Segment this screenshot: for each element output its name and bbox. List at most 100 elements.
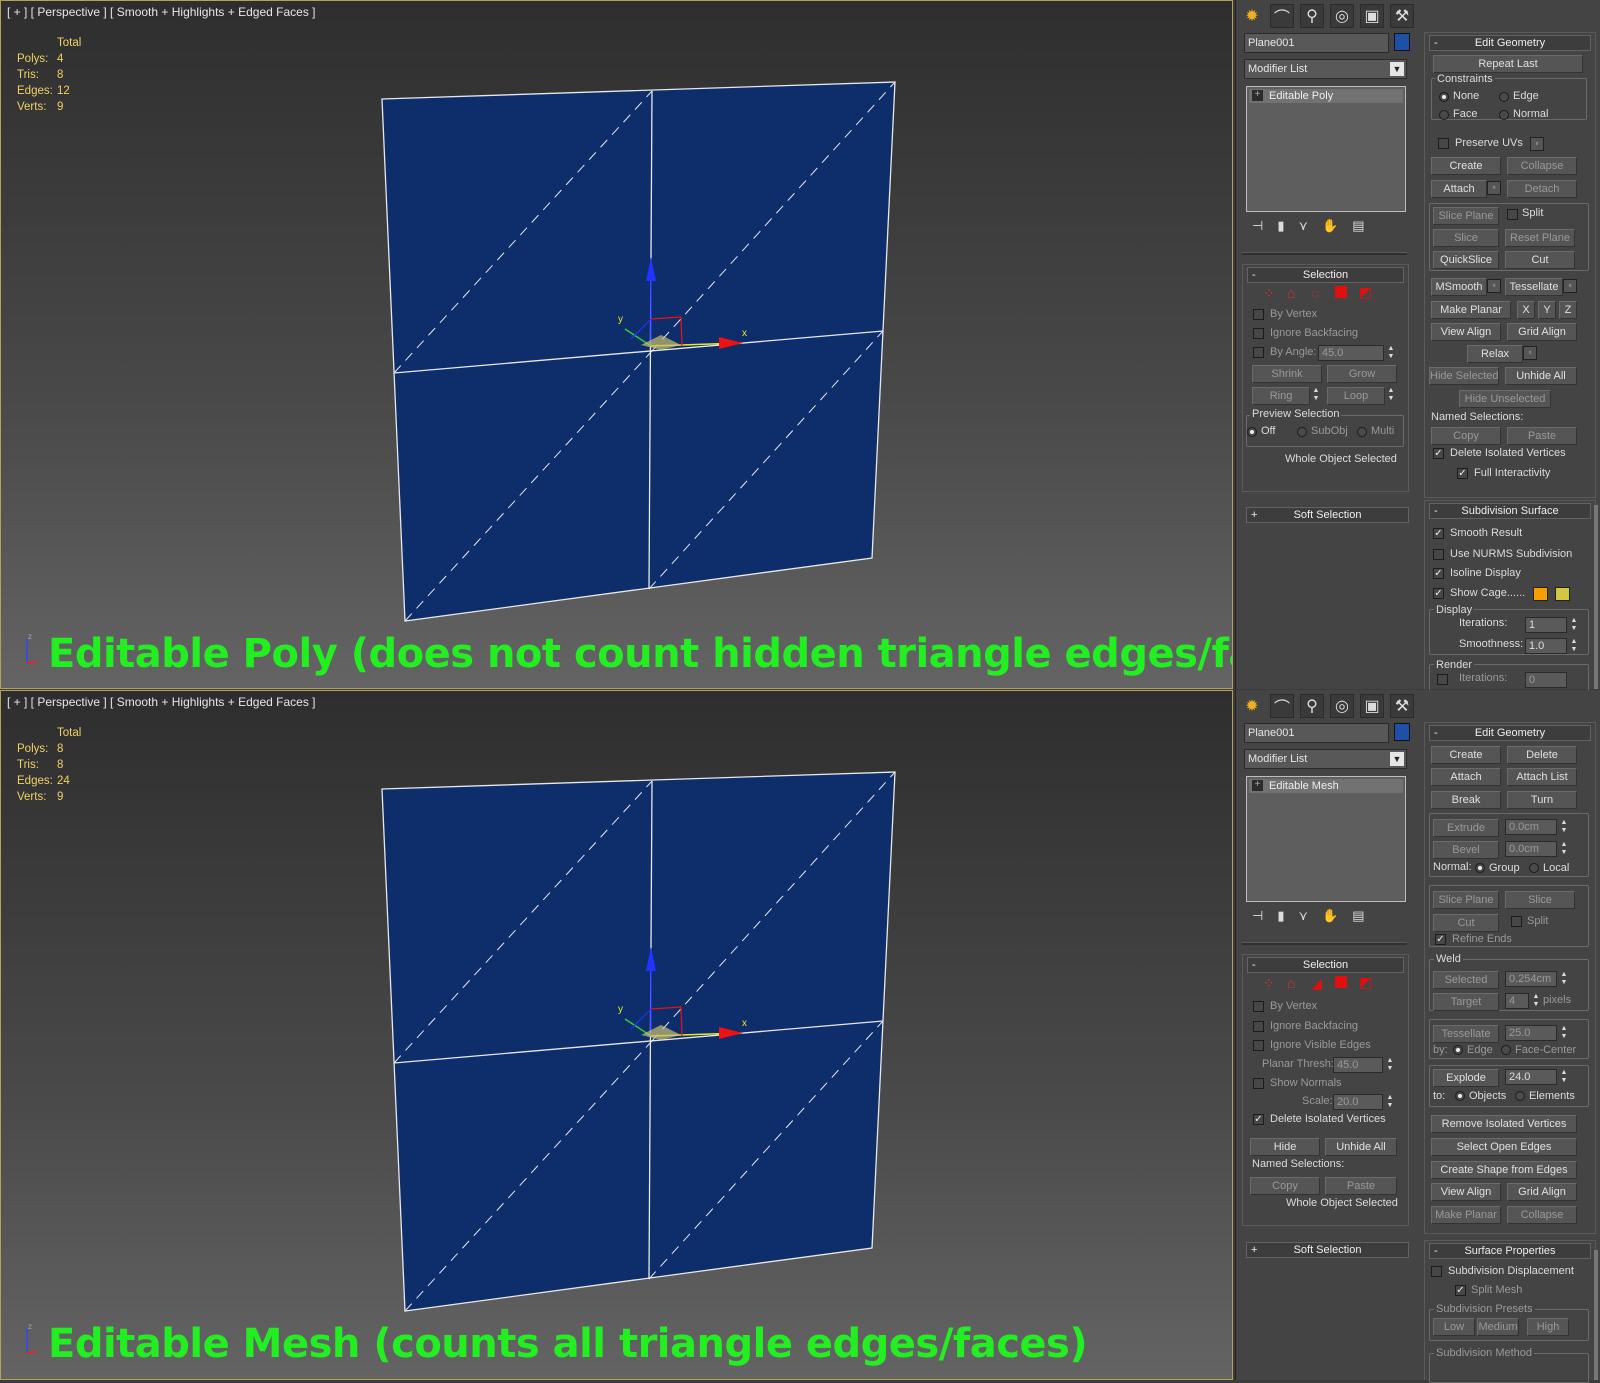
motion-tab-icon[interactable]: ◎ (1330, 694, 1354, 718)
spinner-arrows-icon[interactable]: ▲ ▼ (1386, 345, 1396, 361)
preview-subobj-radio[interactable] (1297, 427, 1307, 437)
split-mesh-checkbox[interactable]: ✓ (1455, 1285, 1466, 1296)
hide-unselected-button[interactable]: Hide Unselected (1459, 390, 1551, 408)
smooth-result-checkbox[interactable]: ✓ (1433, 528, 1444, 539)
collapse-button[interactable]: Collapse (1507, 1206, 1577, 1224)
constraint-edge-radio[interactable] (1499, 92, 1509, 102)
stack-item-editable-poly[interactable]: Editable Poly (1249, 89, 1403, 103)
reset-plane-button[interactable]: Reset Plane (1505, 229, 1575, 247)
spinner-arrows-icon[interactable]: ▲ ▼ (1559, 1069, 1569, 1085)
soft-selection-rollout-title[interactable]: + Soft Selection (1246, 507, 1409, 523)
constraint-normal-radio[interactable] (1499, 110, 1509, 120)
by-angle-checkbox[interactable] (1253, 347, 1264, 358)
create-shape-from-edges-button[interactable]: Create Shape from Edges (1431, 1161, 1577, 1179)
soft-selection-rollout-title[interactable]: + Soft Selection (1246, 1242, 1409, 1258)
iterations-spinner[interactable]: 1 (1525, 617, 1567, 633)
subdivision-displacement-checkbox[interactable] (1431, 1266, 1442, 1277)
vertex-mode-icon[interactable]: ⁘ (1263, 285, 1275, 302)
viewport-perspective-top[interactable]: [ + ] [ Perspective ] [ Smooth + Highlig… (0, 0, 1233, 689)
loop-spinner-icon[interactable]: ▲ ▼ (1386, 387, 1396, 403)
paste-button[interactable]: Paste (1325, 1177, 1397, 1195)
create-button[interactable]: Create (1431, 157, 1501, 175)
object-name-field[interactable]: Plane001 (1244, 723, 1389, 743)
make-planar-button[interactable]: Make Planar (1431, 1206, 1501, 1224)
plane-geometry[interactable]: x y z (1, 1, 1233, 689)
create-tab-sun-icon[interactable]: ✹ (1240, 694, 1264, 718)
attach-button[interactable]: Attach (1431, 180, 1487, 198)
pin-stack-icon[interactable]: ⊣ (1252, 908, 1263, 924)
create-button[interactable]: Create (1431, 746, 1501, 764)
full-interactivity-checkbox[interactable]: ✓ (1457, 468, 1468, 479)
preset-high-button[interactable]: High (1527, 1318, 1569, 1336)
preset-low-button[interactable]: Low (1433, 1318, 1475, 1336)
cut-button[interactable]: Cut (1433, 914, 1499, 932)
constraint-face-radio[interactable] (1439, 110, 1449, 120)
shrink-button[interactable]: Shrink (1252, 365, 1322, 383)
edit-geometry-rollout-title[interactable]: - Edit Geometry (1429, 35, 1591, 51)
spinner-arrows-icon[interactable]: ▲ ▼ (1531, 993, 1541, 1009)
configure-modifier-sets-icon[interactable]: ▤ (1352, 908, 1364, 924)
object-color-swatch[interactable] (1394, 33, 1410, 51)
relax-button[interactable]: Relax (1467, 345, 1523, 363)
constraint-none-radio[interactable] (1439, 92, 1449, 102)
plane-geometry[interactable]: x y z (1, 691, 1233, 1380)
hide-selected-button[interactable]: Hide Selected (1429, 367, 1499, 385)
preserve-uvs-settings-icon[interactable]: ▫ (1530, 137, 1544, 151)
spinner-arrows-icon[interactable]: ▲ ▼ (1385, 1057, 1395, 1073)
weld-selected-button[interactable]: Selected (1433, 971, 1499, 989)
edge-mode-icon[interactable]: ⌂ (1287, 975, 1295, 991)
border-mode-icon[interactable]: ◌ (1311, 285, 1319, 301)
make-planar-y-button[interactable]: Y (1538, 301, 1556, 319)
scale-spinner[interactable]: 20.0 (1333, 1094, 1383, 1110)
delete-isolated-checkbox[interactable]: ✓ (1253, 1114, 1264, 1125)
slice-button[interactable]: Slice (1505, 891, 1575, 909)
planar-thresh-spinner[interactable]: 45.0 (1333, 1057, 1383, 1073)
msmooth-button[interactable]: MSmooth (1431, 278, 1487, 296)
by-angle-spinner[interactable]: 45.0 (1318, 345, 1384, 361)
grid-align-button[interactable]: Grid Align (1507, 1183, 1577, 1201)
unhide-all-button[interactable]: Unhide All (1505, 367, 1577, 385)
bevel-button[interactable]: Bevel (1433, 841, 1499, 859)
face-mode-icon[interactable]: ◢ (1311, 975, 1322, 992)
normal-group-radio[interactable] (1475, 863, 1485, 873)
panel-scrollbar[interactable] (1594, 1250, 1598, 1380)
remove-isolated-button[interactable]: Remove Isolated Vertices (1431, 1115, 1577, 1133)
motion-tab-icon[interactable]: ◎ (1330, 4, 1354, 28)
surface-properties-rollout-title[interactable]: - Surface Properties (1429, 1243, 1591, 1259)
panel-scrollbar[interactable] (1594, 505, 1598, 689)
paste-button[interactable]: Paste (1507, 427, 1577, 445)
stack-item-editable-mesh[interactable]: Editable Mesh (1249, 779, 1403, 793)
split-checkbox[interactable] (1507, 209, 1518, 220)
utilities-tab-hammer-icon[interactable]: ⚒ (1390, 694, 1414, 718)
tessellate-edge-radio[interactable] (1453, 1045, 1463, 1055)
slice-plane-button[interactable]: Slice Plane (1433, 207, 1499, 225)
preset-medium-button[interactable]: Medium (1477, 1318, 1519, 1336)
vertex-mode-icon[interactable]: ⁘ (1263, 975, 1275, 992)
create-tab-sun-icon[interactable]: ✹ (1240, 4, 1264, 28)
attach-button[interactable]: Attach (1431, 768, 1501, 786)
explode-spinner[interactable]: 24.0 (1505, 1069, 1557, 1085)
subdivision-rollout-title[interactable]: - Subdivision Surface (1429, 503, 1591, 519)
view-align-button[interactable]: View Align (1431, 323, 1501, 341)
ring-button[interactable]: Ring (1252, 387, 1310, 405)
attach-settings-icon[interactable]: ▫ (1487, 181, 1501, 195)
msmooth-settings-icon[interactable]: ▫ (1487, 279, 1501, 293)
tessellate-face-center-radio[interactable] (1501, 1045, 1511, 1055)
collapse-button[interactable]: Collapse (1507, 157, 1577, 175)
preview-multi-radio[interactable] (1357, 427, 1367, 437)
copy-button[interactable]: Copy (1250, 1177, 1320, 1195)
relax-settings-icon[interactable]: ▫ (1523, 346, 1537, 360)
modifier-list-dropdown[interactable]: Modifier List ▼ (1244, 749, 1407, 769)
element-mode-icon[interactable]: ◩ (1359, 284, 1372, 301)
refine-ends-checkbox[interactable]: ✓ (1435, 934, 1446, 945)
cut-button[interactable]: Cut (1505, 251, 1575, 269)
configure-modifier-sets-icon[interactable]: ▤ (1352, 218, 1364, 234)
remove-modifier-icon[interactable]: ✋ (1322, 218, 1338, 234)
hierarchy-tab-icon[interactable]: ⚲ (1300, 4, 1324, 28)
detach-button[interactable]: Detach (1507, 180, 1577, 198)
pin-stack-icon[interactable]: ⊣ (1252, 218, 1263, 234)
explode-objects-radio[interactable] (1455, 1091, 1465, 1101)
utilities-tab-hammer-icon[interactable]: ⚒ (1390, 4, 1414, 28)
object-color-swatch[interactable] (1394, 723, 1410, 741)
make-planar-x-button[interactable]: X (1517, 301, 1535, 319)
